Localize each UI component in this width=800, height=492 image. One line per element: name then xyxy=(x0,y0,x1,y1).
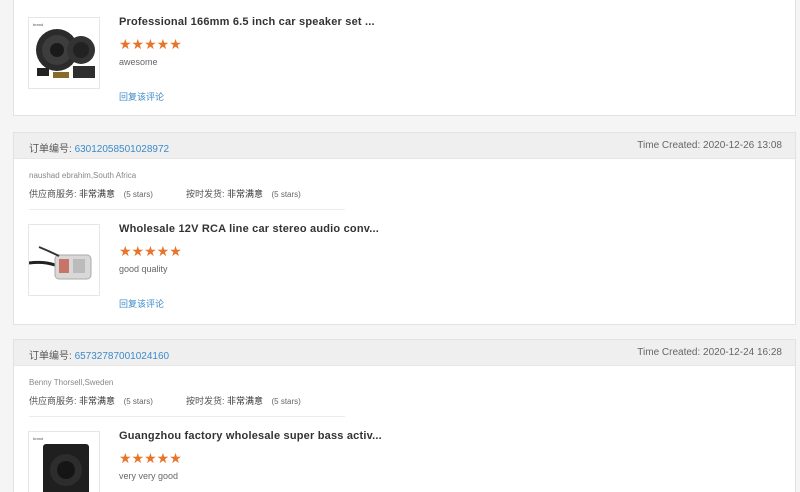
supplier-service-stars: (5 stars) xyxy=(123,397,153,406)
on-time-value: 非常满意 xyxy=(226,396,263,406)
service-ratings: 供应商服务: 非常满意 (5 stars) 按时发货: 非常满意 (5 star… xyxy=(29,187,301,200)
review-card: 订单编号: 65732787001024160 Time Created: 20… xyxy=(13,339,796,492)
buyer-name: naushad ebrahim,South Africa xyxy=(29,171,137,180)
order-header: 订单编号: 63012058501028972 Time Created: 20… xyxy=(14,133,795,159)
order-number-row: 订单编号: 65732787001024160 xyxy=(29,347,169,362)
time-created: Time Created: 2020-12-26 13:08 xyxy=(637,140,782,151)
on-time-stars: (5 stars) xyxy=(271,190,301,199)
speaker-set-image: brand xyxy=(29,18,99,88)
on-time-label: 按时发货: xyxy=(185,396,225,406)
review-comment: very very good xyxy=(119,471,179,481)
product-title[interactable]: Professional 166mm 6.5 inch car speaker … xyxy=(119,16,375,28)
supplier-service-label: 供应商服务: xyxy=(29,396,77,406)
review-comment: awesome xyxy=(119,57,158,67)
reply-comment-link[interactable]: 回复该评论 xyxy=(119,297,164,310)
order-number-link[interactable]: 65732787001024160 xyxy=(75,351,170,362)
divider xyxy=(29,416,345,417)
order-number-row: 订单编号: 63012058501028972 xyxy=(29,140,169,155)
svg-text:brand: brand xyxy=(33,436,43,441)
buyer-name: Benny Thorsell,Sweden xyxy=(29,378,114,387)
product-title[interactable]: Guangzhou factory wholesale super bass a… xyxy=(119,430,382,442)
svg-text:brand: brand xyxy=(33,22,43,27)
rating-stars: ★★★★★ xyxy=(119,243,182,259)
on-time-label: 按时发货: xyxy=(185,189,225,199)
supplier-service-label: 供应商服务: xyxy=(29,189,77,199)
product-thumbnail[interactable]: brand xyxy=(28,17,100,89)
reply-comment-link[interactable]: 回复该评论 xyxy=(119,90,164,103)
product-title[interactable]: Wholesale 12V RCA line car stereo audio … xyxy=(119,223,379,235)
review-card: 订单编号: 63012058501028972 Time Created: 20… xyxy=(13,132,796,325)
order-number-label: 订单编号: xyxy=(29,351,72,362)
time-created: Time Created: 2020-12-24 16:28 xyxy=(637,347,782,358)
supplier-service-value: 非常满意 xyxy=(79,396,116,406)
rating-stars: ★★★★★ xyxy=(119,36,182,52)
supplier-service-value: 非常满意 xyxy=(79,189,116,199)
product-thumbnail[interactable]: brand xyxy=(28,431,100,492)
rating-stars: ★★★★★ xyxy=(119,450,182,466)
order-header: 订单编号: 65732787001024160 Time Created: 20… xyxy=(14,340,795,366)
review-card: brand Professional 166mm 6.5 inch car sp… xyxy=(13,0,796,116)
on-time-stars: (5 stars) xyxy=(271,397,301,406)
subwoofer-image: brand xyxy=(29,432,99,492)
product-thumbnail[interactable] xyxy=(28,224,100,296)
divider xyxy=(29,209,345,210)
rca-converter-image xyxy=(29,225,99,295)
review-comment: good quality xyxy=(119,264,168,274)
order-number-label: 订单编号: xyxy=(29,144,72,155)
supplier-service-stars: (5 stars) xyxy=(123,190,153,199)
on-time-value: 非常满意 xyxy=(226,189,263,199)
order-number-link[interactable]: 63012058501028972 xyxy=(75,144,170,155)
service-ratings: 供应商服务: 非常满意 (5 stars) 按时发货: 非常满意 (5 star… xyxy=(29,394,301,407)
